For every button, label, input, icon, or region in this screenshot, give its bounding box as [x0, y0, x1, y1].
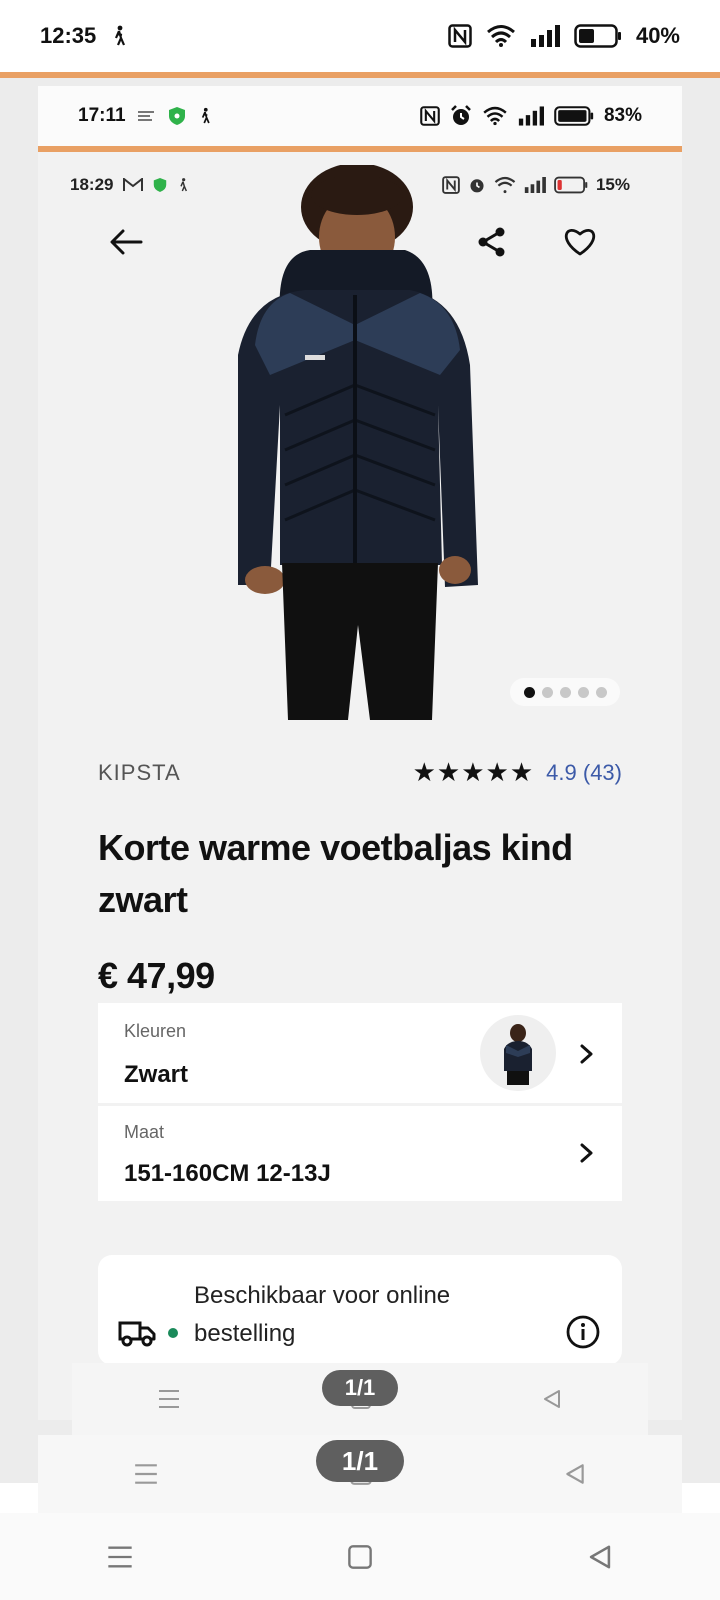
alarm-icon: [451, 105, 471, 125]
color-value: Zwart: [124, 1061, 189, 1088]
battery-icon: [554, 106, 594, 126]
arrow-left-icon: [110, 229, 143, 255]
alarm-icon: [470, 179, 484, 193]
rating-value[interactable]: 4.9 (43): [546, 760, 622, 786]
chevron-right-icon: [580, 1044, 593, 1064]
size-selector[interactable]: Maat 151-160CM 12-13J: [98, 1106, 622, 1201]
gallery-dot[interactable]: [559, 686, 571, 698]
availability-status-dot: [168, 1328, 178, 1338]
page-status-bar: 18:29 15%: [70, 170, 630, 200]
truck-icon: [118, 1321, 156, 1347]
page-indicator: 1/1: [316, 1440, 404, 1482]
product-price: € 47,99: [98, 955, 215, 996]
inner-status-time: 17:11: [78, 105, 126, 126]
home-icon[interactable]: [347, 1544, 373, 1570]
chevron-right-icon: [580, 1143, 593, 1163]
menu-icon[interactable]: [157, 1388, 181, 1410]
size-label: Maat: [124, 1122, 165, 1142]
color-selector[interactable]: Kleuren Zwart: [98, 1003, 622, 1103]
back-triangle-icon[interactable]: [563, 1462, 587, 1486]
info-icon[interactable]: [566, 1315, 600, 1349]
back-triangle-icon[interactable]: [586, 1543, 614, 1571]
signal-icon: [524, 177, 546, 193]
heart-icon: [565, 228, 595, 256]
walking-icon: [180, 178, 188, 192]
inner-status-bar: 17:11 83%: [38, 86, 682, 146]
shield-icon: [154, 178, 167, 192]
back-button[interactable]: [106, 222, 146, 262]
system-nav-bar: [0, 1513, 720, 1600]
product-title: Korte warme voetbaljas kind zwart: [98, 827, 573, 920]
share-icon: [478, 227, 505, 257]
nfc-icon: [448, 24, 472, 48]
page-status-time: 18:29: [70, 175, 114, 194]
gallery-dot[interactable]: [523, 686, 535, 698]
wishlist-button[interactable]: [560, 222, 600, 262]
rating-stars: ★★★★★: [412, 757, 535, 787]
status-bar: 12:35 40%: [0, 0, 720, 72]
availability-card[interactable]: Beschikbaar voor online bestelling: [98, 1255, 622, 1365]
wifi-icon: [486, 25, 515, 47]
status-time: 12:35: [40, 23, 97, 48]
app-notification-icon: [137, 111, 154, 121]
gallery-dot[interactable]: [595, 686, 607, 698]
nfc-icon: [442, 176, 460, 194]
wifi-icon: [494, 176, 516, 194]
walking-icon: [201, 107, 210, 124]
battery-percent: 40%: [635, 23, 680, 48]
signal-icon: [530, 25, 560, 47]
color-label: Kleuren: [124, 1021, 187, 1041]
gallery-pagination[interactable]: [510, 678, 620, 706]
size-value: 151-160CM 12-13J: [124, 1160, 331, 1187]
product-image[interactable]: [210, 165, 500, 730]
nfc-icon: [420, 106, 440, 126]
menu-icon[interactable]: [106, 1544, 134, 1570]
gallery-dot[interactable]: [577, 686, 589, 698]
color-thumbnail: [480, 1015, 556, 1091]
back-triangle-icon[interactable]: [541, 1388, 563, 1410]
shield-icon: [168, 107, 185, 125]
battery-low-icon: [554, 176, 588, 194]
availability-text: Beschikbaar voor online bestelling: [194, 1282, 451, 1347]
share-button[interactable]: [472, 222, 512, 262]
mail-icon: [123, 178, 144, 191]
page-indicator: 1/1: [322, 1370, 398, 1406]
wifi-icon: [483, 106, 507, 126]
page-battery-percent: 15%: [595, 175, 630, 194]
rating[interactable]: ★★★★★ 4.9 (43): [413, 757, 622, 788]
menu-icon[interactable]: [133, 1462, 159, 1486]
inner-battery-percent: 83%: [603, 105, 642, 126]
battery-icon: [574, 24, 621, 48]
signal-icon: [518, 106, 544, 126]
gallery-dot[interactable]: [541, 686, 553, 698]
brand-name[interactable]: KIPSTA: [98, 760, 181, 786]
walking-icon: [115, 25, 126, 46]
